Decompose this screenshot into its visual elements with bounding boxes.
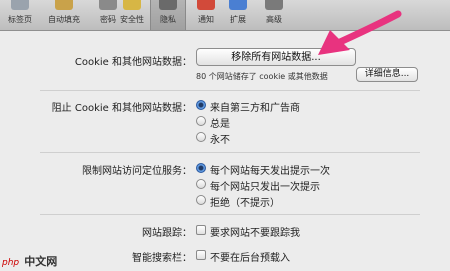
tab-privacy[interactable]: 隐私 bbox=[150, 0, 186, 30]
extensions-icon bbox=[229, 0, 247, 10]
radio-label: 每个网站只发出一次提示 bbox=[210, 182, 320, 193]
checkbox-label: 要求网站不要跟踪我 bbox=[210, 228, 300, 239]
section-divider bbox=[40, 214, 420, 215]
tab-label: 标签页 bbox=[8, 15, 32, 24]
cookie-count-note: 80 个网站储存了 cookie 或其他数据 bbox=[196, 72, 328, 81]
tabs-icon bbox=[11, 0, 29, 10]
radio-unselected bbox=[196, 195, 206, 205]
tab-autofill[interactable]: 自动填充 bbox=[42, 0, 86, 30]
location-services-label: 限制网站访问定位服务： bbox=[82, 166, 192, 177]
radio-selected bbox=[196, 100, 206, 110]
remove-all-website-data-button[interactable]: 移除所有网站数据... bbox=[196, 48, 356, 66]
radio-unselected bbox=[196, 179, 206, 189]
tab-security[interactable]: 安全性 bbox=[112, 0, 152, 30]
radio-selected bbox=[196, 163, 206, 173]
tab-label: 扩展 bbox=[230, 15, 246, 24]
tab-tabs[interactable]: 标签页 bbox=[0, 0, 40, 30]
tab-label: 自动填充 bbox=[48, 15, 80, 24]
privacy-icon bbox=[159, 0, 177, 10]
website-tracking-label: 网站跟踪： bbox=[142, 228, 192, 239]
checkbox-unchecked bbox=[196, 250, 206, 260]
radio-label: 永不 bbox=[210, 135, 230, 146]
safari-preferences-window: 标签页 自动填充 密码 安全性 隐私 通知 扩展 高级 Cookie 和其他网站… bbox=[0, 0, 450, 271]
details-button[interactable]: 详细信息... bbox=[356, 67, 418, 82]
cookies-label: Cookie 和其他网站数据： bbox=[74, 57, 192, 68]
radio-label: 拒绝（不提示） bbox=[210, 198, 280, 209]
tab-label: 安全性 bbox=[120, 15, 144, 24]
preferences-toolbar: 标签页 自动填充 密码 安全性 隐私 通知 扩展 高级 bbox=[0, 0, 450, 31]
tab-label: 通知 bbox=[198, 15, 214, 24]
radio-label: 总是 bbox=[210, 119, 230, 130]
gear-icon bbox=[265, 0, 283, 10]
tab-label: 高级 bbox=[266, 15, 282, 24]
checkbox-unchecked bbox=[196, 225, 206, 235]
radio-label: 来自第三方和广告商 bbox=[210, 103, 300, 114]
tab-label: 隐私 bbox=[160, 15, 176, 24]
watermark-php: php bbox=[2, 258, 20, 268]
radio-label: 每个网站每天发出提示一次 bbox=[210, 166, 330, 177]
checkbox-label: 不要在后台预载入 bbox=[210, 253, 290, 264]
tab-notifications[interactable]: 通知 bbox=[188, 0, 224, 30]
smart-search-label: 智能搜索栏： bbox=[132, 253, 192, 264]
tab-extensions[interactable]: 扩展 bbox=[220, 0, 256, 30]
watermark-logo: php 中文网 bbox=[2, 250, 57, 269]
block-cookies-label: 阻止 Cookie 和其他网站数据： bbox=[51, 103, 192, 114]
radio-unselected bbox=[196, 132, 206, 142]
lock-icon bbox=[123, 0, 141, 10]
tab-advanced[interactable]: 高级 bbox=[256, 0, 292, 30]
section-divider bbox=[40, 152, 420, 153]
autofill-icon bbox=[55, 0, 73, 10]
radio-unselected bbox=[196, 116, 206, 126]
section-divider bbox=[40, 90, 420, 91]
watermark-cn: 中文网 bbox=[24, 255, 58, 268]
notification-icon bbox=[197, 0, 215, 10]
